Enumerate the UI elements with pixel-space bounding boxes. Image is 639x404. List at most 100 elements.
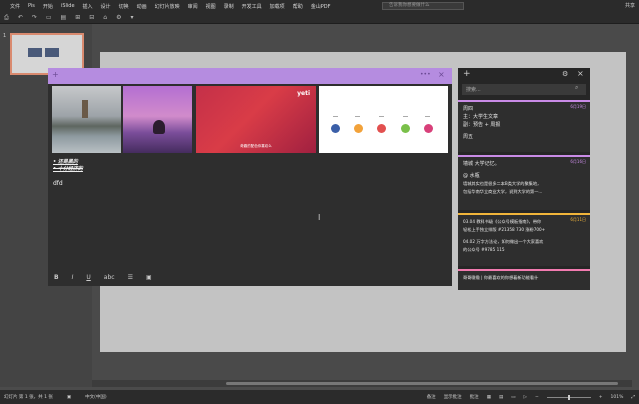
search-icon[interactable]: ⌕: [575, 84, 578, 92]
note-image-castle[interactable]: [52, 86, 121, 153]
zoom-slider[interactable]: [546, 394, 591, 400]
ribbon-tab[interactable]: 切换: [115, 3, 133, 10]
quick-access-icon[interactable]: ⌂: [103, 14, 107, 21]
palette-line: [425, 116, 430, 117]
close-icon[interactable]: ×: [438, 70, 445, 79]
italic-button[interactable]: I: [72, 274, 74, 281]
ribbon-tab[interactable]: 视图: [202, 3, 220, 10]
quick-access-icon[interactable]: ⊟: [89, 14, 94, 21]
search-input[interactable]: 搜索...: [462, 84, 586, 95]
status-bar-right: 备注 显示批注 批注 ▦ ▤ ▭ ▷ − + 101% ⤢: [427, 390, 635, 404]
ribbon-tab[interactable]: 帮助: [289, 3, 307, 10]
zoom-in-icon[interactable]: +: [599, 395, 603, 400]
ribbon-tab[interactable]: 开始: [39, 3, 57, 10]
strikethrough-button[interactable]: abc: [104, 274, 115, 281]
notes-button[interactable]: 备注: [427, 394, 436, 400]
slideshow-icon[interactable]: ▷: [523, 395, 526, 400]
ribbon-tab[interactable]: 动画: [133, 3, 151, 10]
note-title-bar[interactable]: [48, 68, 452, 84]
bold-button[interactable]: B: [54, 274, 59, 281]
notes-list-panel: + ⚙ × 搜索... ⌕ 6月19日 周四 主：大学生文章 副：预告 + 周报…: [458, 68, 590, 290]
palette-line: [379, 116, 384, 117]
card-line: 04.02 万字方法论，如何做出一个大家喜欢: [463, 239, 544, 244]
list-item[interactable]: 6月16日 墙城 大学记忆。 @ 水瓶 墙城其实也是很多二本B类大学的聚集地， …: [458, 155, 590, 210]
card-line: 主：大学生文章: [463, 114, 499, 120]
normal-view-icon[interactable]: ▦: [487, 395, 491, 400]
quick-access-toolbar: ⎙ ↶ ↷ ▭ ▤ ⊞ ⊟ ⌂ ⚙ ▾: [0, 12, 639, 24]
share-button[interactable]: 共享: [625, 2, 635, 9]
ribbon-tab[interactable]: iSlide: [57, 3, 79, 9]
note-image-palette[interactable]: [319, 86, 448, 153]
tree-shape: [153, 120, 165, 134]
zoom-slider-knob[interactable]: [567, 394, 570, 400]
quick-access-icon[interactable]: ⎙: [4, 14, 9, 22]
quick-access-icon[interactable]: ↶: [18, 14, 23, 21]
palette-circle-pink: [424, 124, 433, 133]
thumb-image-1: [28, 48, 42, 57]
quick-access-icon[interactable]: ▤: [61, 14, 67, 21]
list-header: [458, 68, 590, 82]
palette-circle-blue: [331, 124, 340, 133]
zoom-out-icon[interactable]: −: [535, 395, 539, 400]
poster-caption: 奇趣的配色你喜欢么: [240, 144, 272, 148]
ribbon-tab[interactable]: 审阅: [184, 3, 202, 10]
language-indicator[interactable]: 中文(中国): [85, 394, 107, 400]
palette-line: [333, 116, 338, 117]
palette-line: [403, 116, 408, 117]
slide-sorter-icon[interactable]: ▤: [499, 395, 503, 400]
image-icon[interactable]: ▣: [146, 274, 152, 281]
zoom-level[interactable]: 101%: [611, 395, 624, 400]
add-note-icon[interactable]: +: [52, 70, 59, 79]
bullet-list-icon[interactable]: ☰: [128, 274, 133, 281]
note-image-poster[interactable]: yeti 奇趣的配色你喜欢么: [196, 86, 316, 153]
ribbon-tab[interactable]: Pis: [24, 3, 39, 9]
quick-access-icon[interactable]: ↷: [32, 14, 37, 21]
list-item[interactable]: 6月19日 周四 主：大学生文章 副：预告 + 周报 周五: [458, 100, 590, 152]
palette-circle-red: [377, 124, 386, 133]
underline-button[interactable]: U: [86, 274, 90, 281]
quick-access-icon[interactable]: ▾: [130, 14, 133, 21]
quick-access-icon[interactable]: ⊞: [75, 14, 80, 21]
card-line: 轻松上手独立排版 #21358 730 涨粉700+: [463, 227, 546, 232]
ribbon-tab[interactable]: 设计: [97, 3, 115, 10]
note-bullet-1: • 还是黑的: [53, 159, 78, 165]
ribbon-tab[interactable]: 插入: [79, 3, 97, 10]
close-icon[interactable]: ×: [577, 69, 584, 78]
sticky-note-window[interactable]: + ••• × yeti 奇趣的配色你喜欢么 • 还是黑的 • 十分经济的 df…: [48, 68, 452, 286]
spellcheck-icon[interactable]: ▣: [67, 395, 71, 400]
menu-icon[interactable]: •••: [420, 71, 431, 78]
ribbon-tab[interactable]: 幻灯片放映: [151, 3, 184, 10]
text-cursor-icon: I: [318, 213, 321, 222]
comments-button[interactable]: 批注: [470, 394, 479, 400]
ribbon-tab[interactable]: 文件: [6, 3, 24, 10]
poster-logo: yeti: [297, 90, 310, 97]
card-line: 03.04 教科书级《公众号模板指南》，带你: [463, 219, 542, 224]
slide-info: 幻灯片 第 1 张，共 1 张: [4, 395, 53, 400]
card-line: 哥哥嗷嗷 | 你最喜欢的你想着新功能看什: [463, 275, 539, 280]
reading-view-icon[interactable]: ▭: [511, 395, 515, 400]
card-line: 周四: [463, 106, 474, 112]
card-date: 6月16日: [570, 159, 586, 164]
new-note-icon[interactable]: +: [463, 69, 471, 79]
tell-me-search[interactable]: 告诉我你想要做什么: [382, 2, 464, 10]
show-comments-button[interactable]: 显示批注: [444, 394, 462, 400]
quick-access-icon[interactable]: ▭: [46, 14, 52, 21]
card-line: @ 水瓶: [463, 173, 480, 179]
ribbon-tab[interactable]: 录制: [220, 3, 238, 10]
ribbon-tab[interactable]: 加载项: [266, 3, 289, 10]
list-item[interactable]: 哥哥嗷嗷 | 你最喜欢的你想着新功能看什: [458, 269, 590, 290]
list-item[interactable]: 6月11日 03.04 教科书级《公众号模板指南》，带你 轻松上手独立排版 #2…: [458, 213, 590, 266]
card-date: 6月19日: [570, 104, 586, 109]
slide-number: 1: [3, 33, 7, 39]
horizontal-scroll-thumb[interactable]: [226, 382, 618, 385]
ribbon-tab[interactable]: 开发工具: [238, 3, 266, 10]
gear-icon[interactable]: ⚙: [562, 70, 568, 78]
quick-access-icon[interactable]: ⚙: [116, 14, 121, 21]
fit-slide-icon[interactable]: ⤢: [631, 394, 635, 400]
note-image-tree[interactable]: [123, 86, 192, 153]
card-line: 包括华南华立商业大学，说到大学的第一...: [463, 189, 543, 194]
note-text-line[interactable]: dfd: [53, 180, 63, 187]
note-format-toolbar: B I U abc ☰ ▣: [48, 268, 452, 286]
ribbon-tab[interactable]: 金山PDF: [307, 3, 335, 10]
church-shape: [82, 100, 88, 118]
